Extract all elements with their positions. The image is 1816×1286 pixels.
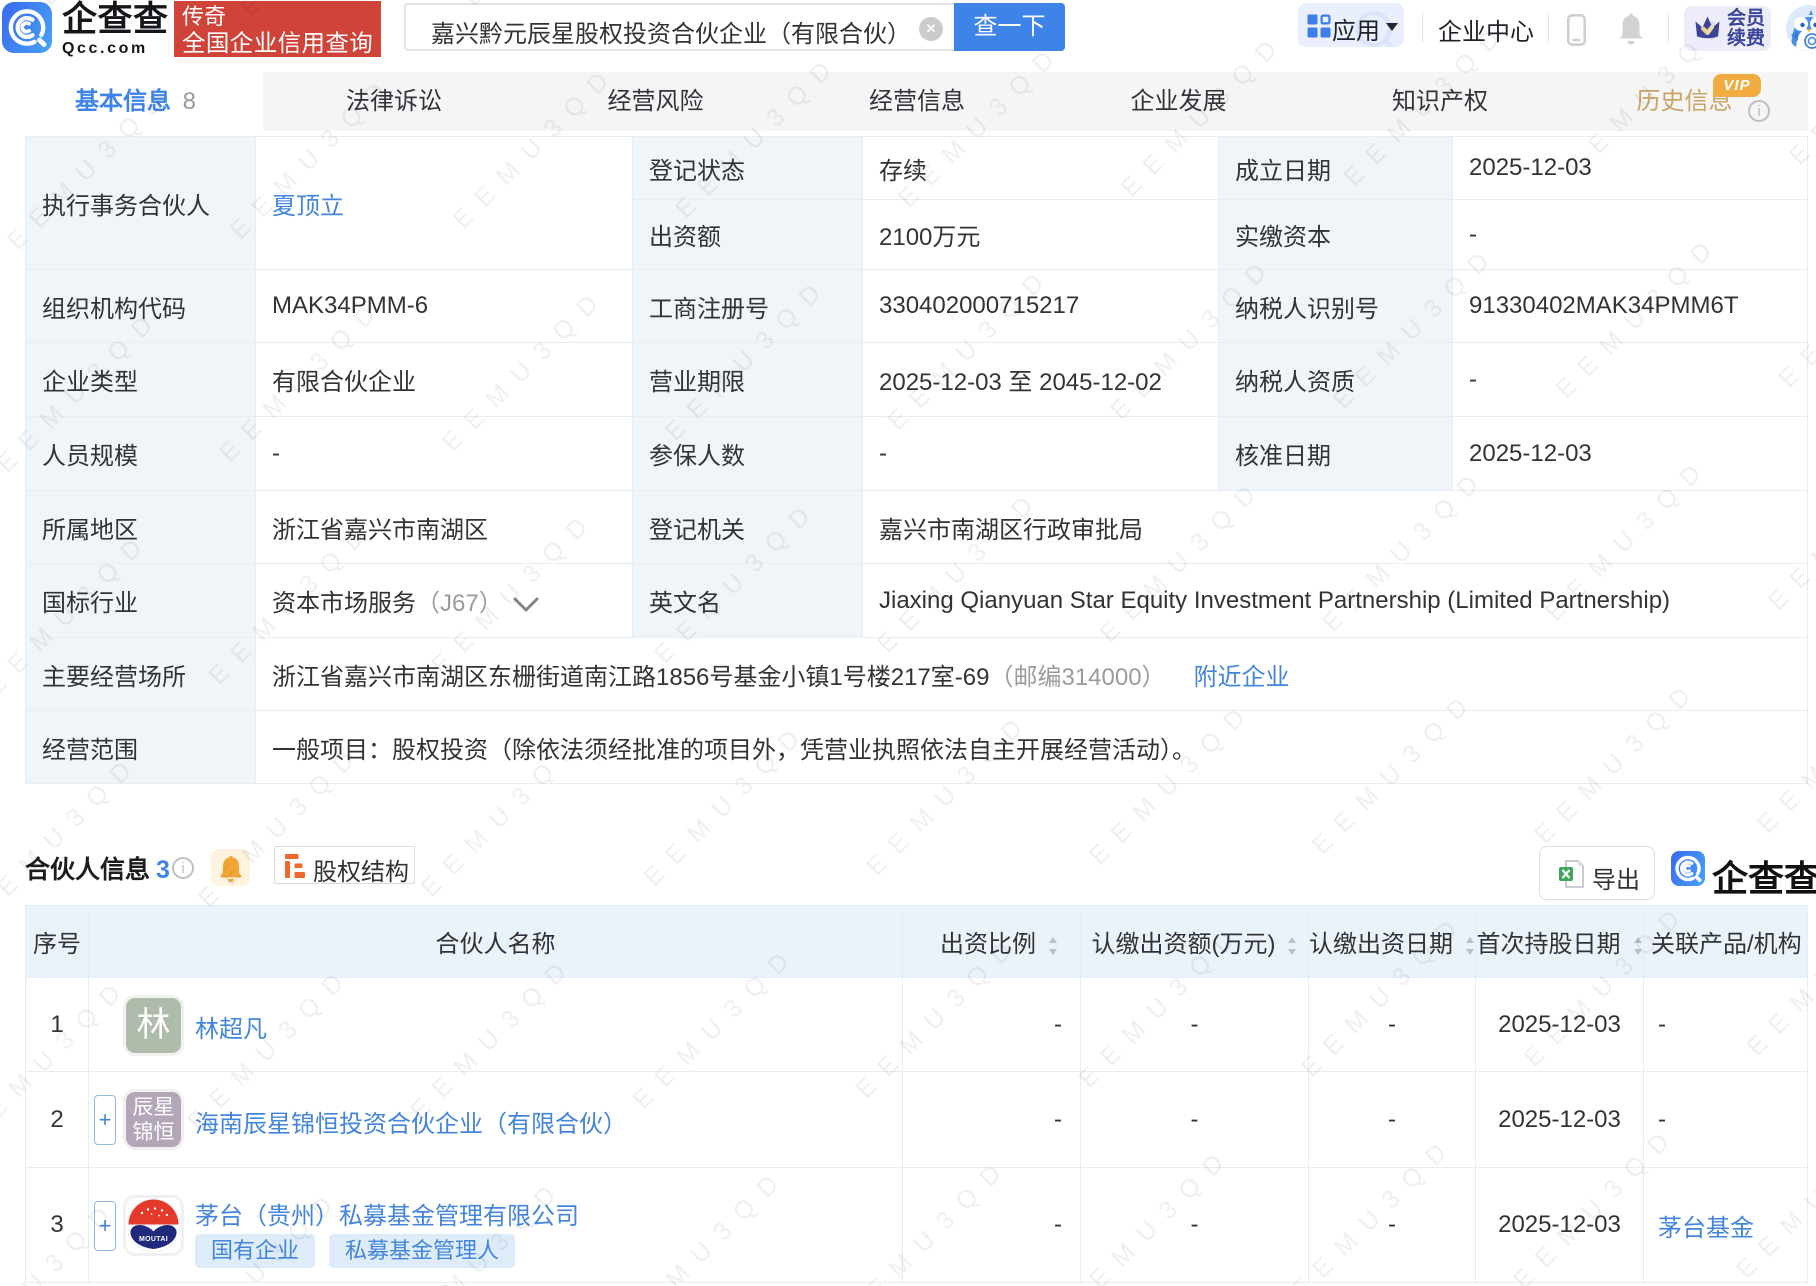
svg-text:MOUTAI: MOUTAI	[139, 1236, 168, 1243]
